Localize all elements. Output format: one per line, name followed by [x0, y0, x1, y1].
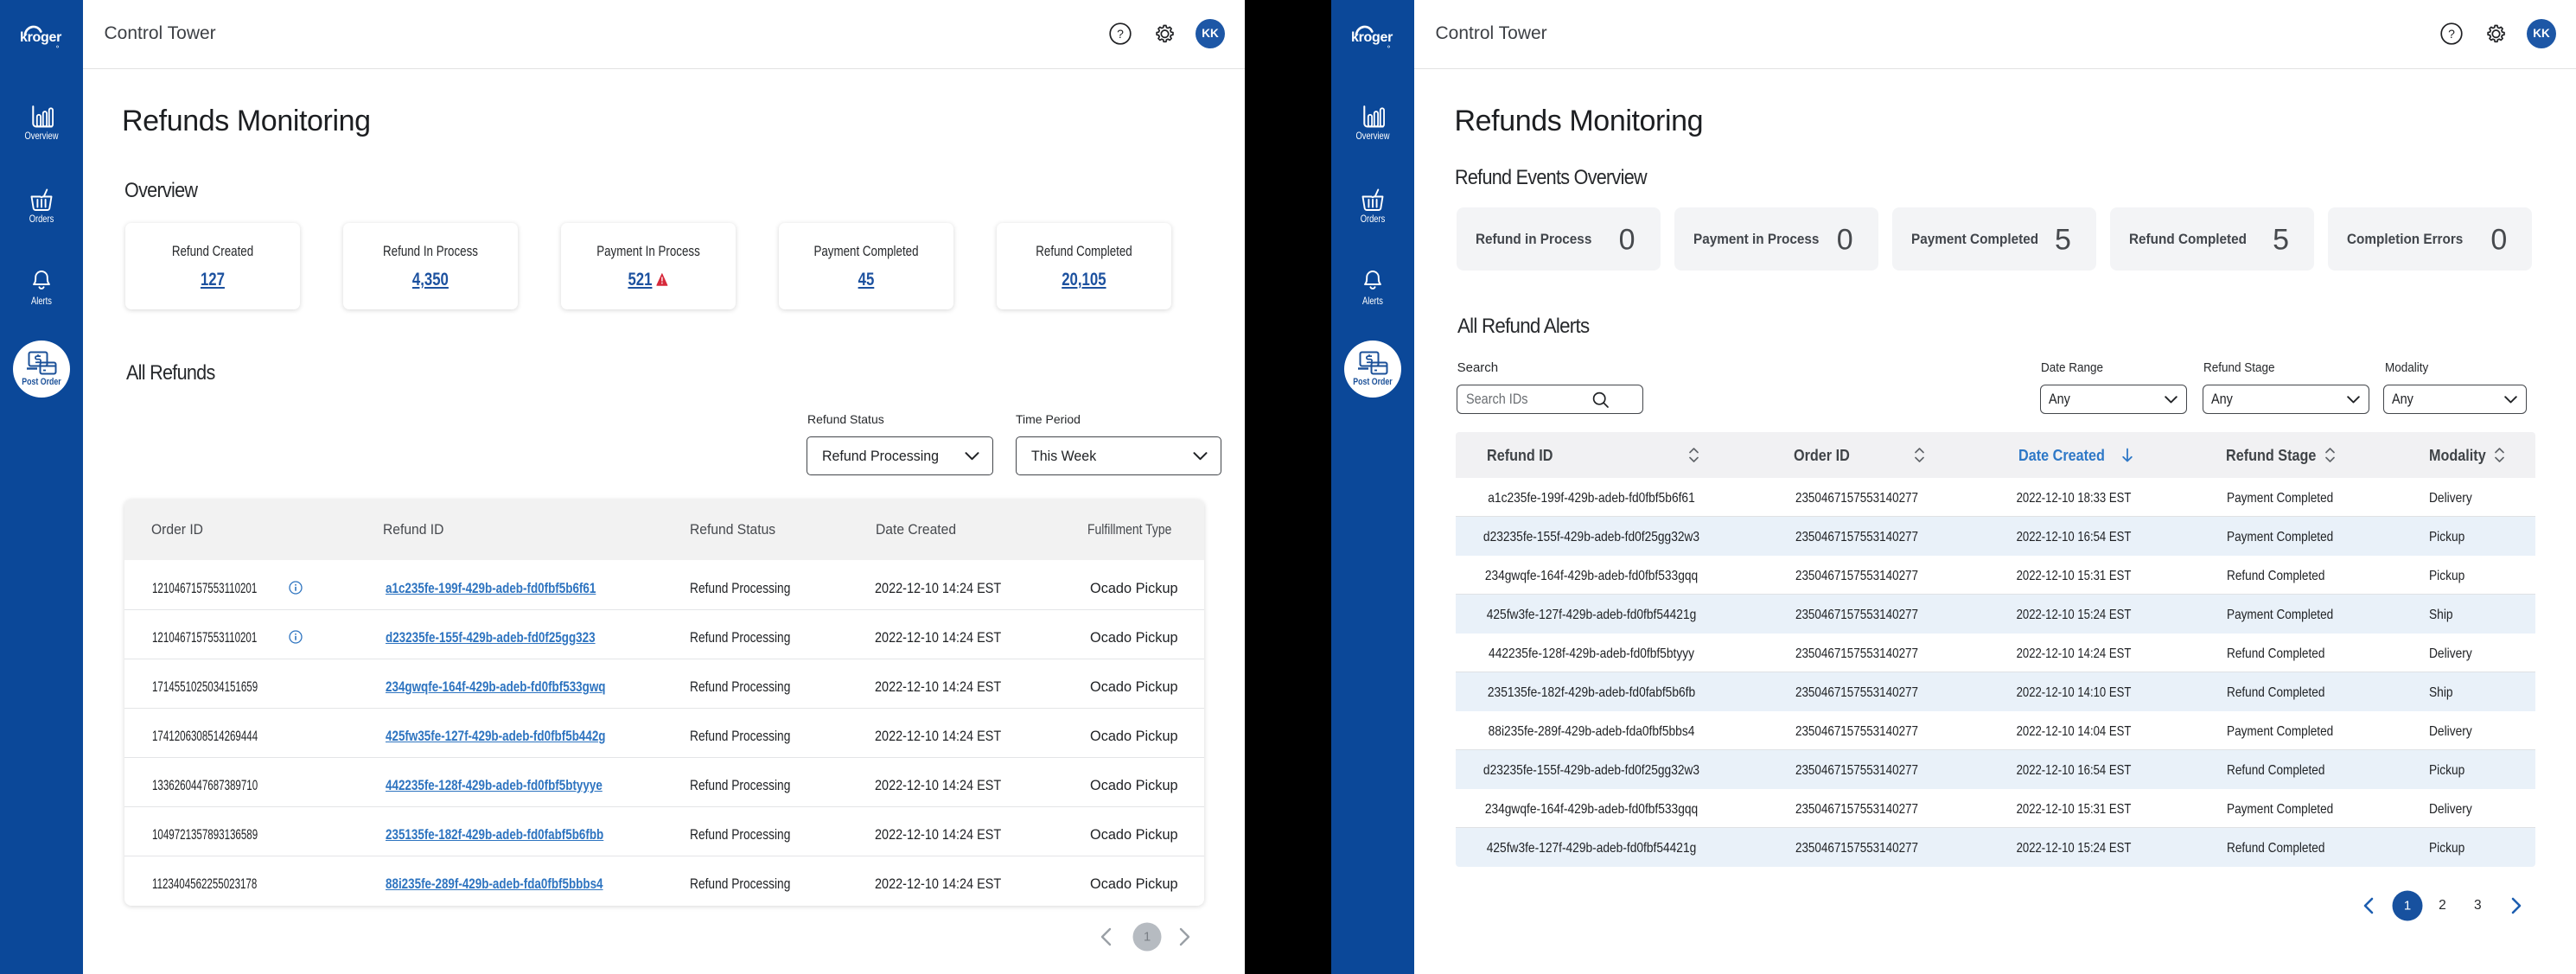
svg-text:?: ? — [2448, 27, 2455, 41]
svg-text:?: ? — [1117, 27, 1124, 41]
